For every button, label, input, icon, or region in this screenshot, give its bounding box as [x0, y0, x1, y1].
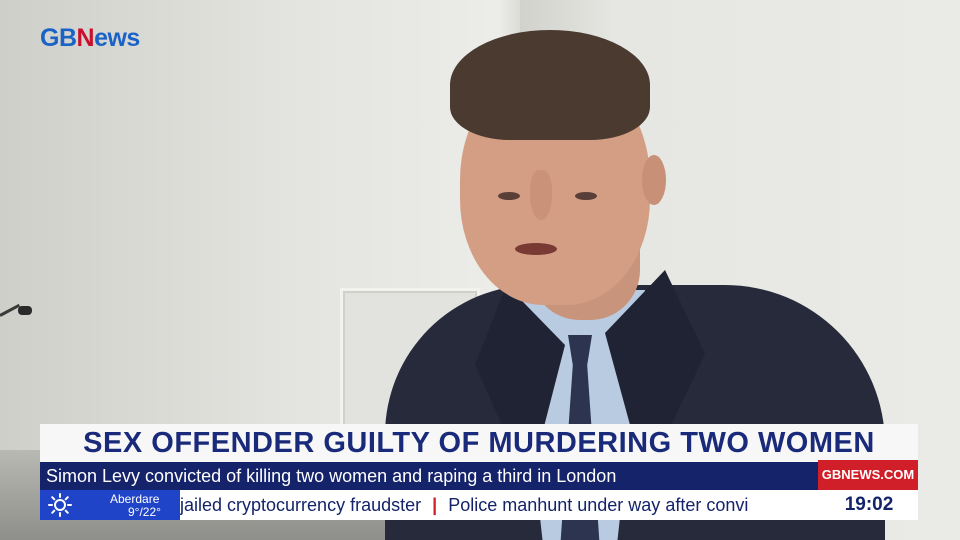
ticker-text: jailed cryptocurrency fraudster | Police…	[180, 490, 748, 520]
eye-right	[575, 192, 597, 200]
logo-ews: ews	[94, 23, 140, 52]
ticker-separator: |	[432, 495, 438, 515]
news-ticker: jailed cryptocurrency fraudster | Police…	[180, 490, 820, 520]
sun-icon	[48, 493, 72, 517]
eye-left	[498, 192, 520, 200]
weather-widget: Aberdare 9°/22°	[40, 490, 180, 520]
ticker-item: jailed cryptocurrency fraudster	[180, 495, 422, 515]
clock: 19:02	[820, 490, 918, 520]
hair	[450, 30, 650, 140]
weather-location: Aberdare	[110, 492, 160, 506]
headline-text: SEX OFFENDER GUILTY OF MURDERING TWO WOM…	[83, 427, 875, 459]
logo-n: N	[76, 23, 95, 52]
microphone	[0, 303, 36, 317]
mouth	[515, 243, 557, 255]
subtitle-text: Simon Levy convicted of killing two wome…	[46, 466, 617, 486]
channel-logo: GB N ews	[40, 24, 140, 52]
logo-gb: GB	[40, 23, 77, 52]
ear	[642, 155, 666, 205]
nose	[530, 170, 552, 220]
website-badge: GBNEWS.COM	[818, 460, 918, 490]
ticker-item: Police manhunt under way after convi	[448, 495, 749, 515]
weather-temps: 9°/22°	[128, 505, 161, 519]
